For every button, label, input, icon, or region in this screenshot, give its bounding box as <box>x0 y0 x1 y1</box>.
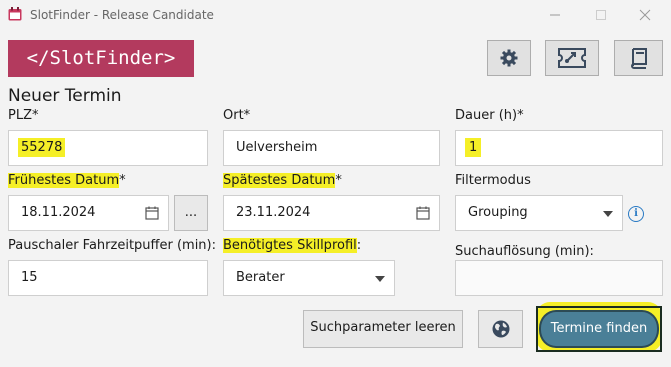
filtermodus-value: Grouping <box>468 205 528 220</box>
map-button[interactable] <box>478 310 523 348</box>
fruehestes-datum-label: Frühestes Datum* <box>8 173 126 188</box>
clear-search-button[interactable]: Suchparameter leeren <box>303 310 463 348</box>
suchaufloesung-label: Suchauflösung (min): <box>455 244 594 259</box>
gear-icon <box>500 49 518 67</box>
ort-input[interactable]: Uelversheim <box>223 130 440 166</box>
book-icon <box>630 48 647 69</box>
settings-button[interactable] <box>487 40 531 76</box>
fahrzeitpuffer-input[interactable]: 15 <box>8 260 208 296</box>
dauer-input[interactable]: 1 <box>455 130 663 166</box>
calendar-icon[interactable] <box>416 206 430 220</box>
spaetestes-datum-value: 23.11.2024 <box>236 205 311 220</box>
calendar-app-icon <box>8 7 22 21</box>
title-bar: SlotFinder - Release Candidate <box>0 0 671 30</box>
section-title: Neuer Termin <box>8 86 122 106</box>
skillprofil-select[interactable]: Berater <box>223 260 395 296</box>
minimize-icon[interactable] <box>546 6 564 24</box>
calendar-icon[interactable] <box>145 206 159 220</box>
ticket-button[interactable] <box>545 40 599 76</box>
info-icon[interactable]: i <box>628 206 644 222</box>
plz-input[interactable]: 55278 <box>8 130 208 166</box>
close-icon[interactable] <box>636 6 654 24</box>
dauer-label: Dauer (h)* <box>455 108 524 123</box>
slotfinder-logo: </SlotFinder> <box>8 40 194 77</box>
fruehestes-datum-value: 18.11.2024 <box>21 205 96 220</box>
chevron-down-icon <box>603 211 613 217</box>
filtermodus-select[interactable]: Grouping <box>455 195 623 231</box>
maximize-icon[interactable] <box>592 6 610 24</box>
spaetestes-datum-label: Spätestes Datum* <box>223 173 342 188</box>
skillprofil-value: Berater <box>236 270 285 285</box>
ticket-icon <box>558 48 586 68</box>
globe-icon <box>492 320 509 338</box>
fahrzeitpuffer-value: 15 <box>21 270 38 285</box>
window-title: SlotFinder - Release Candidate <box>30 8 214 22</box>
chevron-down-icon <box>375 276 385 282</box>
filtermodus-label: Filtermodus <box>455 173 531 188</box>
fruehestes-datum-picker[interactable]: 18.11.2024 <box>8 195 169 231</box>
fahrzeitpuffer-label: Pauschaler Fahrzeitpuffer (min): <box>8 238 216 253</box>
ort-label: Ort* <box>223 108 251 123</box>
plz-value: 55278 <box>18 138 66 157</box>
find-appointments-button[interactable]: Termine finden <box>539 310 659 348</box>
spaetestes-datum-picker[interactable]: 23.11.2024 <box>223 195 440 231</box>
ort-value: Uelversheim <box>236 140 318 155</box>
dauer-value: 1 <box>465 138 482 157</box>
ellipsis-button[interactable]: ... <box>174 195 208 231</box>
plz-label: PLZ* <box>8 108 39 123</box>
skillprofil-label: Benötigtes Skillprofil: <box>223 238 362 253</box>
suchaufloesung-input[interactable] <box>455 260 663 296</box>
documentation-button[interactable] <box>614 40 663 76</box>
